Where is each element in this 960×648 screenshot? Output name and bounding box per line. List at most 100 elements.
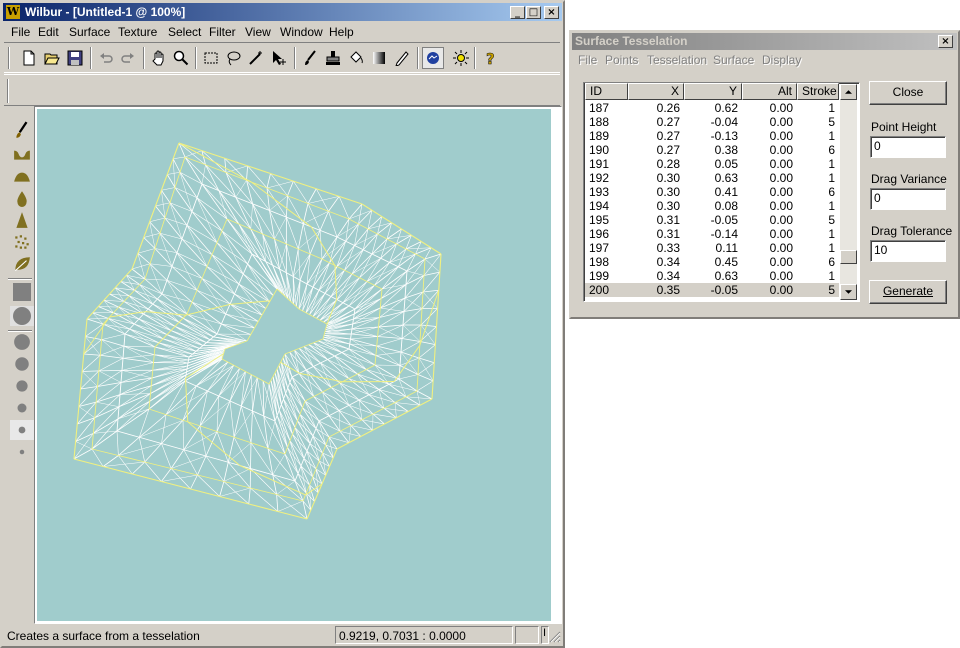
dialog-menu-tesselation[interactable]: Tesselation [647,53,707,67]
list-row[interactable]: 191 0.28 0.05 0.00 1 [585,157,839,171]
undo-icon[interactable] [95,47,117,69]
lasso-icon[interactable] [222,47,244,69]
resize-grip-icon[interactable] [549,631,561,643]
surface-canvas[interactable] [37,109,551,621]
menu-surface[interactable]: Surface [69,25,110,39]
scroll-down-button[interactable] [840,284,857,300]
stamp-icon[interactable] [322,47,344,69]
list-row[interactable]: 188 0.27 -0.04 0.00 5 [585,115,839,129]
mesh-edge [196,183,203,198]
mesh-edge [150,385,152,394]
list-row[interactable]: 194 0.30 0.08 0.00 1 [585,199,839,213]
open-icon[interactable] [41,47,63,69]
mesh-edge [352,318,354,325]
mesh-edge [313,492,319,502]
hill-tool-icon[interactable] [10,166,34,186]
hand-icon[interactable] [148,47,170,69]
round-brush-xxs-icon[interactable] [10,398,34,418]
list-row[interactable]: 200 0.35 -0.05 0.00 5 [585,283,839,297]
round-brush-large-icon[interactable] [10,306,34,326]
scroll-thumb[interactable] [840,250,857,264]
mesh-edge [218,190,228,220]
mesh-edge [348,436,362,444]
mesh-edge [299,407,303,415]
round-brush-tiny-icon[interactable] [10,442,34,462]
menu-select[interactable]: Select [168,25,201,39]
column-header-y[interactable]: Y [684,83,742,100]
scroll-up-button[interactable] [840,84,857,100]
move-selection-icon[interactable] [268,47,290,69]
point-height-input[interactable]: 0 [870,136,946,158]
redo-icon[interactable] [117,47,139,69]
round-brush-md-icon[interactable] [10,332,34,352]
dialog-menu-display[interactable]: Display [762,53,801,67]
list-row[interactable]: 192 0.30 0.63 0.00 1 [585,171,839,185]
list-row[interactable]: 199 0.34 0.63 0.00 1 [585,269,839,283]
close-window-button[interactable]: × [544,6,559,19]
list-row[interactable]: 196 0.31 -0.14 0.00 1 [585,227,839,241]
dialog-menu-points[interactable]: Points [605,53,638,67]
brush-tool-icon[interactable] [10,120,34,140]
bucket-icon[interactable] [345,47,367,69]
peak-tool-icon[interactable] [10,210,34,230]
points-list[interactable]: ID X Y Alt Stroke 187 0.26 0.62 0.00 1 188 0.2… [583,82,860,302]
light-icon[interactable] [450,47,472,69]
mesh-edge [145,311,186,316]
noise-tool-icon[interactable] [10,232,34,252]
drag-variance-input[interactable]: 0 [870,188,946,210]
list-row[interactable]: 190 0.27 0.38 0.00 6 [585,143,839,157]
leaf-tool-icon[interactable] [10,254,34,274]
list-scrollbar[interactable] [840,84,857,300]
dialog-close-icon[interactable]: × [938,35,953,48]
list-row[interactable]: 198 0.34 0.45 0.00 6 [585,255,839,269]
round-brush-xs-icon[interactable] [10,376,34,396]
drop-tool-icon[interactable] [10,188,34,208]
menu-help[interactable]: Help [329,25,354,39]
menu-texture[interactable]: Texture [118,25,157,39]
maximize-button[interactable]: □ [526,6,541,19]
help-icon[interactable]: ? [479,47,501,69]
mesh-edge [199,425,207,457]
rect-select-icon[interactable] [200,47,222,69]
list-row[interactable]: 189 0.27 -0.13 0.00 1 [585,129,839,143]
mesh-edge [361,203,373,211]
mesh-edge [176,252,208,267]
close-button[interactable]: Close [869,81,947,105]
column-header-stroke[interactable]: Stroke [797,83,839,100]
gradient-icon[interactable] [368,47,390,69]
list-row[interactable]: 187 0.26 0.62 0.00 1 [585,101,839,115]
column-header-id[interactable]: ID [585,83,628,100]
new-icon[interactable] [18,47,40,69]
mesh-edge [160,174,168,191]
mesh-edge [328,211,338,238]
column-header-alt[interactable]: Alt [742,83,797,100]
list-row[interactable]: 197 0.33 0.11 0.00 1 [585,241,839,255]
list-row[interactable]: 193 0.30 0.41 0.00 6 [585,185,839,199]
dialog-menu-file[interactable]: File [578,53,597,67]
save-icon[interactable] [64,47,86,69]
menu-window[interactable]: Window [280,25,323,39]
drag-tolerance-input[interactable]: 10 [870,240,946,262]
column-header-x[interactable]: X [628,83,684,100]
list-row[interactable]: 195 0.31 -0.05 0.00 5 [585,213,839,227]
valley-tool-icon[interactable] [10,144,34,164]
menu-view[interactable]: View [245,25,271,39]
round-brush-sm-icon[interactable] [10,354,34,374]
dialog-menu-surface[interactable]: Surface [713,53,754,67]
cell-stroke: 5 [828,115,835,129]
menu-edit[interactable]: Edit [38,25,59,39]
minimize-button[interactable]: _ [510,6,525,19]
round-brush-selected-icon[interactable] [10,420,34,440]
main-title-bar[interactable]: W Wilbur - [Untitled-1 @ 100%] _ □ × [3,3,562,21]
menu-filter[interactable]: Filter [209,25,236,39]
magic-wand-icon[interactable] [245,47,267,69]
render-icon[interactable] [422,47,444,69]
dialog-title-bar[interactable]: Surface Tesselation × [572,33,957,50]
menu-file[interactable]: File [11,25,30,39]
generate-button[interactable]: Generate [869,280,947,304]
mesh-edge [323,333,325,336]
square-brush-icon[interactable] [10,282,34,302]
zoom-icon[interactable] [170,47,192,69]
pencil-icon[interactable] [391,47,413,69]
brush-icon[interactable] [299,47,321,69]
